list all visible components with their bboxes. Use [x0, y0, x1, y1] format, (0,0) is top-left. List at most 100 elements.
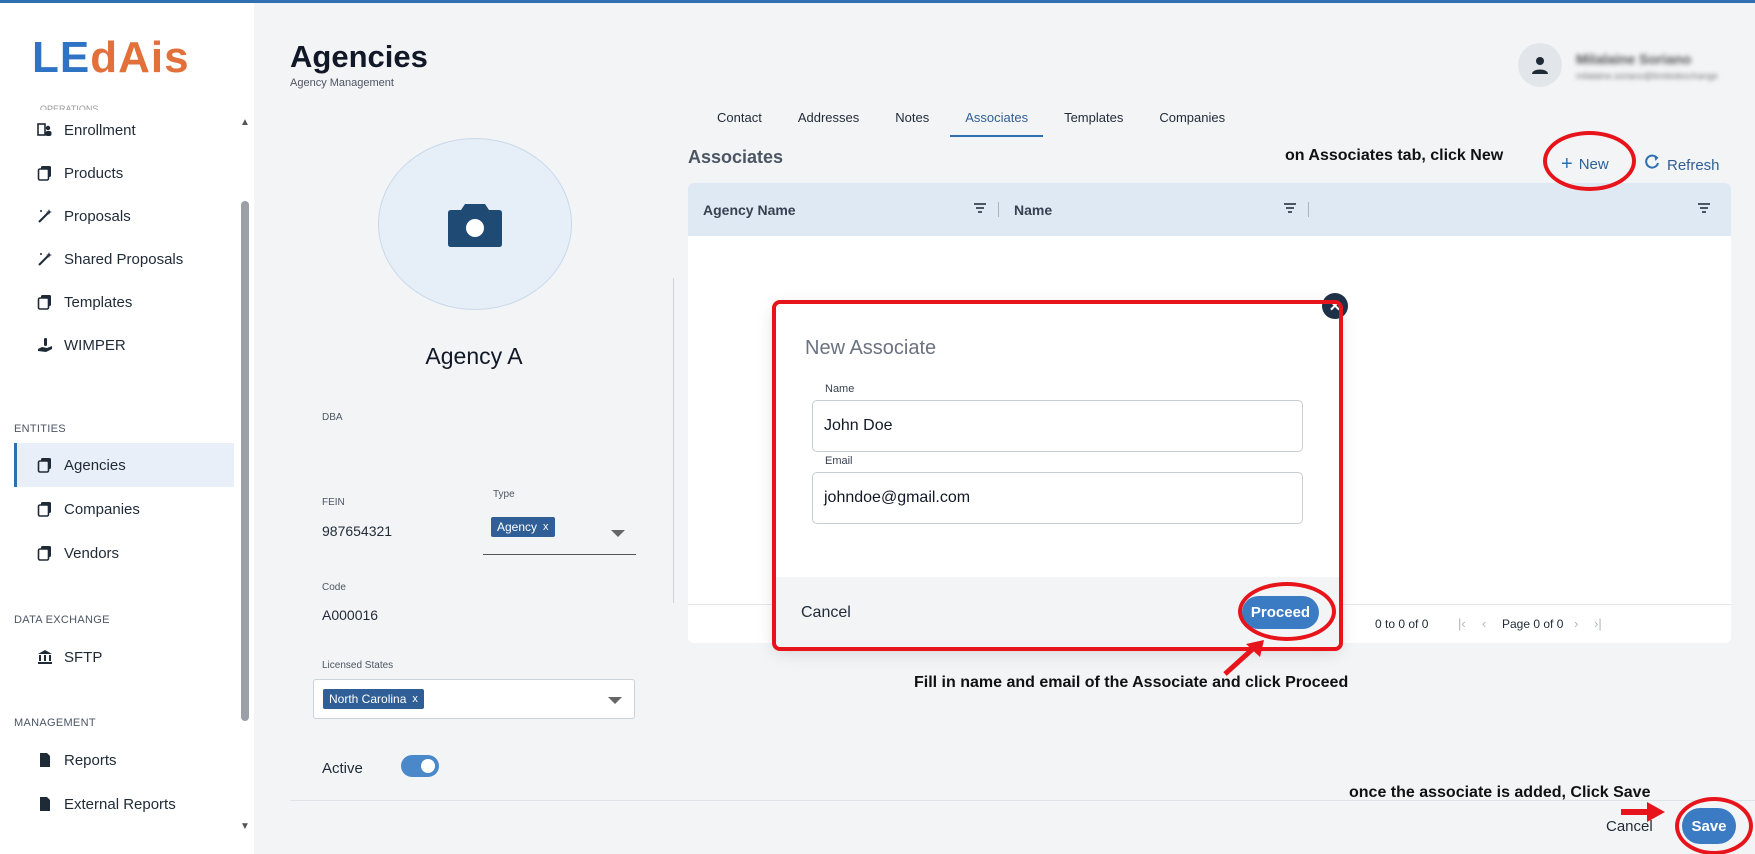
annotation-save-hint: once the associate is added, Click Save [1349, 784, 1651, 801]
refresh-button[interactable]: Refresh [1643, 153, 1720, 177]
chevron-down-icon[interactable] [608, 697, 622, 704]
sidebar-item-enrollment[interactable]: Enrollment [14, 108, 234, 152]
tab-bar: Contact Addresses Notes Associates Templ… [702, 105, 1246, 137]
type-chip: Agency x [491, 517, 555, 537]
section-label-data-exchange: DATA EXCHANGE [14, 614, 110, 626]
fein-label: FEIN [322, 497, 345, 508]
annotation-highlight-new [1543, 131, 1636, 191]
next-page-icon[interactable]: › [1574, 616, 1578, 631]
user-name: Milalaine Soriano [1576, 51, 1692, 67]
templates-icon [36, 293, 54, 311]
sidebar-item-label: SFTP [64, 648, 103, 666]
annotation-proceed-hint: Fill in name and email of the Associate … [914, 674, 1349, 691]
tab-templates[interactable]: Templates [1049, 105, 1138, 137]
bank-icon [36, 648, 54, 666]
sidebar-item-templates[interactable]: Templates [14, 280, 234, 324]
tab-addresses[interactable]: Addresses [783, 105, 874, 137]
sidebar-item-label: Enrollment [64, 121, 136, 139]
sidebar: LEdAis OPERATIONS Enrollment Products Pr… [0, 3, 254, 854]
hand-icon [36, 336, 54, 354]
sidebar-item-label: Proposals [64, 207, 131, 225]
state-chip: North Carolina x [323, 689, 424, 709]
active-toggle[interactable] [401, 755, 439, 777]
sidebar-item-vendors[interactable]: Vendors [14, 531, 234, 575]
app-logo[interactable]: LEdAis [32, 33, 190, 83]
licensed-states-label: Licensed States [322, 660, 394, 671]
column-separator[interactable] [1308, 202, 1309, 217]
agency-photo-upload[interactable] [378, 138, 572, 310]
magic-wand-icon [36, 207, 54, 225]
code-label: Code [322, 582, 346, 593]
column-header-agency-name[interactable]: Agency Name [703, 202, 796, 218]
sidebar-item-products[interactable]: Products [14, 151, 234, 195]
products-icon [36, 164, 54, 182]
chip-remove-icon[interactable]: x [412, 693, 418, 705]
sidebar-item-external-reports[interactable]: External Reports [14, 782, 234, 826]
sidebar-scrollbar-thumb[interactable] [241, 201, 249, 721]
agency-name: Agency A [425, 343, 523, 369]
annotation-arrow-icon [1621, 802, 1665, 822]
tab-associates[interactable]: Associates [950, 105, 1044, 137]
sidebar-item-companies[interactable]: Companies [14, 487, 234, 531]
active-label: Active [322, 760, 363, 777]
sidebar-item-agencies[interactable]: Agencies [14, 443, 234, 487]
toggle-knob [421, 759, 435, 773]
page-title: Agencies [290, 39, 428, 74]
tab-contact[interactable]: Contact [702, 105, 777, 137]
associates-title: Associates [688, 147, 784, 167]
dba-label: DBA [322, 412, 343, 423]
magic-wand-icon [36, 250, 54, 268]
scroll-up-arrow[interactable]: ▲ [240, 117, 250, 128]
first-page-icon[interactable]: |‹ [1458, 616, 1466, 631]
sidebar-item-label: WIMPER [64, 336, 126, 354]
type-select[interactable]: Agency x [483, 513, 636, 555]
section-label-entities: ENTITIES [14, 423, 66, 435]
sidebar-item-sftp[interactable]: SFTP [14, 635, 234, 679]
filter-icon[interactable] [1698, 203, 1710, 213]
annotation-highlight-save [1675, 797, 1753, 854]
avatar[interactable] [1518, 43, 1562, 87]
pagination-range: 0 to 0 of 0 [1375, 617, 1429, 631]
vendors-icon [36, 544, 54, 562]
sidebar-item-proposals[interactable]: Proposals [14, 194, 234, 238]
panel-divider [673, 278, 674, 603]
sidebar-item-label: Agencies [64, 456, 126, 474]
agencies-icon [36, 456, 54, 474]
sidebar-item-label: Companies [64, 500, 140, 518]
sidebar-item-reports[interactable]: Reports [14, 738, 234, 782]
chevron-down-icon[interactable] [611, 530, 625, 537]
last-page-icon[interactable]: ›| [1594, 616, 1602, 631]
sidebar-item-label: Products [64, 164, 124, 182]
column-header-name[interactable]: Name [1014, 202, 1052, 218]
sidebar-item-shared-proposals[interactable]: Shared Proposals [14, 237, 234, 281]
licensed-states-select[interactable]: North Carolina x [313, 679, 635, 719]
tab-notes[interactable]: Notes [880, 105, 944, 137]
chip-remove-icon[interactable]: x [543, 521, 549, 533]
filter-icon[interactable] [1284, 203, 1296, 213]
scroll-down-arrow[interactable]: ▼ [240, 821, 250, 832]
user-email: milalaine.soriano@limitedexchange [1576, 71, 1718, 81]
section-label-management: MANAGEMENT [14, 717, 96, 729]
annotation-arrow-icon [1223, 640, 1264, 676]
column-separator[interactable] [998, 202, 999, 217]
sidebar-item-label: Vendors [64, 544, 120, 562]
fein-value[interactable]: 987654321 [322, 523, 392, 539]
refresh-icon [1643, 153, 1661, 177]
sidebar-item-label: Reports [64, 751, 117, 769]
camera-icon [448, 204, 502, 247]
sidebar-item-wimper[interactable]: WIMPER [14, 323, 234, 367]
companies-icon [36, 500, 54, 518]
sidebar-item-label: Templates [64, 293, 133, 311]
pagination-page: Page 0 of 0 [1502, 617, 1564, 631]
document-icon [36, 751, 54, 769]
sidebar-item-label: External Reports [64, 795, 176, 813]
annotation-highlight-proceed [1238, 582, 1336, 641]
prev-page-icon[interactable]: ‹ [1482, 616, 1486, 631]
filter-icon[interactable] [974, 203, 986, 213]
enrollment-icon [36, 121, 54, 139]
page-subtitle: Agency Management [290, 77, 394, 89]
code-value[interactable]: A000016 [322, 607, 378, 623]
type-label: Type [493, 489, 515, 500]
tab-companies[interactable]: Companies [1144, 105, 1240, 137]
annotation-new-hint: on Associates tab, click New [1285, 147, 1504, 164]
